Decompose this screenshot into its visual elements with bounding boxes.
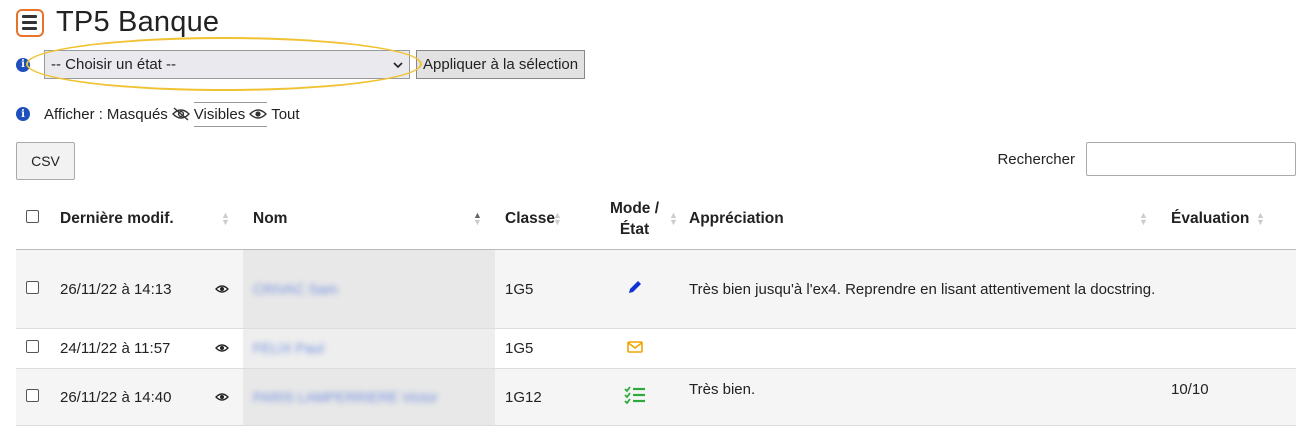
row-evaluation [1168,328,1296,369]
search-label: Rechercher [997,150,1075,168]
bulk-action-row: i -- Choisir un état -- Appliquer à la s… [16,37,586,91]
student-name[interactable]: PARIS LAMPERRIERE Victor [253,389,438,405]
visibility-filter: i Afficher : Masqués Visibles Tout [16,100,300,128]
col-date[interactable]: Dernière modif. ▲ ▼ [60,188,230,250]
checklist-icon[interactable] [623,386,646,405]
filter-hidden[interactable]: Masqués [107,106,190,123]
row-appreciation: Très bien. [689,368,1168,426]
eye-icon[interactable] [214,392,229,402]
student-name[interactable]: CRIVAC Sam [253,281,338,297]
col-appreciation[interactable]: Appréciation ▲ ▼ [689,188,1168,250]
col-visibility [200,188,243,250]
row-class: 1G5 [495,249,580,329]
search-input[interactable] [1086,142,1296,176]
info-icon[interactable]: i [16,57,30,72]
select-all-checkbox[interactable] [26,209,39,223]
row-checkbox[interactable] [26,388,39,402]
col-name[interactable]: Nom ▲ ▼ [243,188,495,250]
envelope-icon[interactable] [626,341,643,353]
state-select[interactable]: -- Choisir un état -- [44,50,410,79]
row-evaluation [1168,249,1296,329]
row-class: 1G12 [495,368,580,426]
search-area: Rechercher [997,142,1296,176]
filter-all[interactable]: Tout [271,106,299,123]
row-evaluation: 10/10 [1168,368,1296,426]
student-name[interactable]: FELIX Paul [253,340,324,356]
filter-label: Afficher : [44,105,103,123]
table-row[interactable]: 26/11/22 à 14:40 PARIS LAMPERRIERE Victo… [16,368,1296,426]
col-state[interactable]: Mode / État ▲ ▼ [580,188,689,250]
info-icon[interactable]: i [16,107,30,121]
row-appreciation [689,328,1168,369]
title-row: TP5 Banque [16,6,219,39]
row-date: 24/11/22 à 11:57 [60,328,200,369]
row-date: 26/11/22 à 14:13 [60,249,200,329]
apply-selection-button[interactable]: Appliquer à la sélection [416,50,586,79]
submissions-table: Dernière modif. ▲ ▼ Nom ▲ ▼ Classe ▲ ▼ Mode / … [16,188,1296,426]
col-evaluation[interactable]: Évaluation ▲ ▼ [1168,188,1296,250]
csv-export-button[interactable]: CSV [16,142,75,180]
table-header: Dernière modif. ▲ ▼ Nom ▲ ▼ Classe ▲ ▼ Mode / … [16,188,1296,250]
page-title: TP5 Banque [56,6,220,38]
list-icon [16,8,44,37]
select-all-header [16,188,60,250]
row-date: 26/11/22 à 14:40 [60,368,200,426]
row-checkbox[interactable] [26,340,39,353]
row-appreciation: Très bien jusqu'à l'ex4. Reprendre en li… [689,249,1168,329]
filter-visible[interactable]: Visibles [193,101,268,127]
row-checkbox[interactable] [26,280,39,294]
table-row[interactable]: 26/11/22 à 14:13 CRIVAC Sam 1G5 Très bie… [16,249,1296,329]
eye-icon [249,109,268,119]
row-class: 1G5 [495,328,580,369]
table-row[interactable]: 24/11/22 à 11:57 FELIX Paul 1G5 [16,328,1296,369]
col-class[interactable]: Classe ▲ ▼ [495,188,580,250]
eye-icon[interactable] [214,343,229,353]
chevron-down-icon [393,61,403,68]
pencil-icon[interactable] [627,279,643,295]
eye-icon[interactable] [214,284,229,294]
eye-slash-icon [171,107,190,121]
